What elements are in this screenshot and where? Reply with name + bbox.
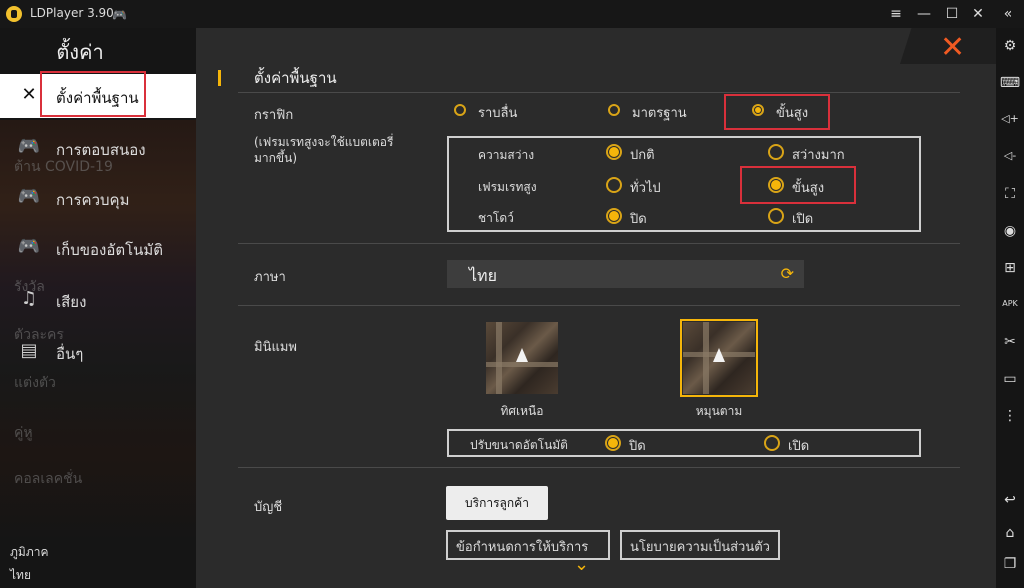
radio-selected-icon [606,208,622,224]
collapse-toolbar-button[interactable]: « [996,3,1020,25]
background-text: แต่งตัว [14,375,56,391]
section-title: ตั้งค่าพื้นฐาน [254,69,337,87]
scissors-icon[interactable]: ✂ [996,334,1024,350]
keyboard-icon[interactable]: ⌨ [996,75,1024,91]
sidebar-item-label: การตอบสนอง [56,141,146,159]
gamepad-icon: 🎮 [17,136,41,157]
gear-icon[interactable]: ⚙ [996,38,1024,54]
language-select[interactable]: ไทย ⟳ [447,260,804,288]
shadow-label: ชาโดว์ [478,211,514,225]
sidebar-item-other[interactable]: ▤ อื่นๆ [0,330,196,374]
gamepad-icon: 🎮 [17,236,41,257]
sidebar-item-label: เก็บของอัตโนมัติ [56,241,164,259]
ldplayer-logo-icon [6,6,22,22]
region-value[interactable]: ไทย [10,566,31,585]
music-note-icon: ♫ [20,288,38,309]
background-text: คู่หู [14,425,33,441]
video-icon[interactable]: ▭ [996,371,1024,387]
brightness-label: ความสว่าง [478,148,535,162]
sidebar-item-sound[interactable]: ♫ เสียง [0,278,196,322]
auto-resize-label: ปรับขนาดอัตโนมัติ [470,438,568,452]
minimap-rotate-thumbnail[interactable] [680,319,758,397]
background-text: คอลเลคชั่น [14,471,83,487]
minimize-button[interactable]: — [912,3,936,25]
minimap-rotate-caption: หมุนตาม [695,404,743,418]
record-icon[interactable]: ◉ [996,223,1024,239]
divider [238,467,960,468]
gamepad-icon: 🎮 [17,186,41,207]
map-road [496,322,502,394]
graphics-label: กราฟิก [254,108,294,123]
maximize-button[interactable]: ☐ [940,3,964,25]
radio-icon [608,104,620,116]
sidebar-item-label: อื่นๆ [56,345,84,363]
refresh-icon[interactable]: ⟳ [781,264,794,283]
player-arrow-icon [516,348,528,362]
radio-icon [606,177,622,193]
recent-apps-icon[interactable]: ❐ [996,556,1024,572]
gamepad-icon[interactable]: 🎮 [112,8,127,22]
title-bar: LDPlayer 3.90 🎮 ≡ — ☐ ✕ « [0,0,1024,28]
region-label: ภูมิภาค [10,545,49,559]
right-toolbar: ⚙ ⌨ ◁+ ◁- ⛶ ◉ ⊞ APK ✂ ▭ ⋮ ↩ ⌂ ❐ [996,28,1024,588]
sidebar-item-response[interactable]: 🎮 การตอบสนอง [0,126,196,170]
divider [238,305,960,306]
map-road [703,322,709,394]
document-icon: ▤ [20,340,38,361]
close-window-button[interactable]: ✕ [966,3,990,25]
framerate-label: เฟรมเรทสูง [478,180,537,194]
settings-panel: ✕ ตั้งค่าพื้นฐาน กราฟิก (เฟรมเรทสูงจะใช้… [196,28,996,588]
radio-icon [764,435,780,451]
home-icon[interactable]: ⌂ [996,525,1024,541]
section-accent-bar [218,70,221,86]
divider [238,92,960,93]
menu-button[interactable]: ≡ [884,3,908,25]
language-label: ภาษา [254,270,286,285]
scroll-down-chevron-icon[interactable]: ⌄ [574,554,589,575]
radio-selected-icon [605,435,621,451]
sidebar-title: ตั้งค่า [56,40,104,64]
player-arrow-icon [713,348,725,362]
app-title: LDPlayer 3.90 [30,6,114,20]
wrench-screwdriver-icon: ✕ [21,84,37,105]
minimap-north-thumbnail[interactable] [486,322,558,394]
radio-icon [454,104,466,116]
minimap-label: มินิแมพ [254,340,297,355]
account-label: บัญชี [254,500,283,515]
graphics-note: (เฟรมเรทสูงจะใช้แบตเตอรี่มากขึ้น) [254,135,394,165]
radio-selected-icon [606,144,622,160]
sidebar-item-label: การควบคุม [56,191,130,209]
privacy-policy-button[interactable]: นโยบายความเป็นส่วนตัว [620,530,780,560]
add-app-icon[interactable]: ⊞ [996,260,1024,276]
radio-icon [768,144,784,160]
sidebar-item-controls[interactable]: 🎮 การควบคุม [0,176,196,220]
sidebar-item-label: เสียง [56,293,87,311]
more-icon[interactable]: ⋮ [996,408,1024,424]
volume-down-icon[interactable]: ◁- [996,149,1024,162]
radio-icon [768,208,784,224]
fullscreen-icon[interactable]: ⛶ [996,186,1024,202]
highlight-box-sidebar [40,71,146,117]
highlight-box-framerate [740,166,856,204]
sidebar-item-auto-pickup[interactable]: 🎮 เก็บของอัตโนมัติ [0,226,196,270]
apk-icon[interactable]: APK [996,299,1024,308]
language-value: ไทย [469,266,497,285]
customer-service-button[interactable]: บริการลูกค้า [446,486,548,520]
close-settings-button[interactable]: ✕ [940,30,965,65]
map-road [486,362,558,367]
highlight-box-graphics [724,94,830,130]
back-icon[interactable]: ↩ [996,492,1024,508]
divider [238,243,960,244]
minimap-north-caption: ทิศเหนือ [500,404,544,418]
volume-up-icon[interactable]: ◁+ [996,112,1024,125]
